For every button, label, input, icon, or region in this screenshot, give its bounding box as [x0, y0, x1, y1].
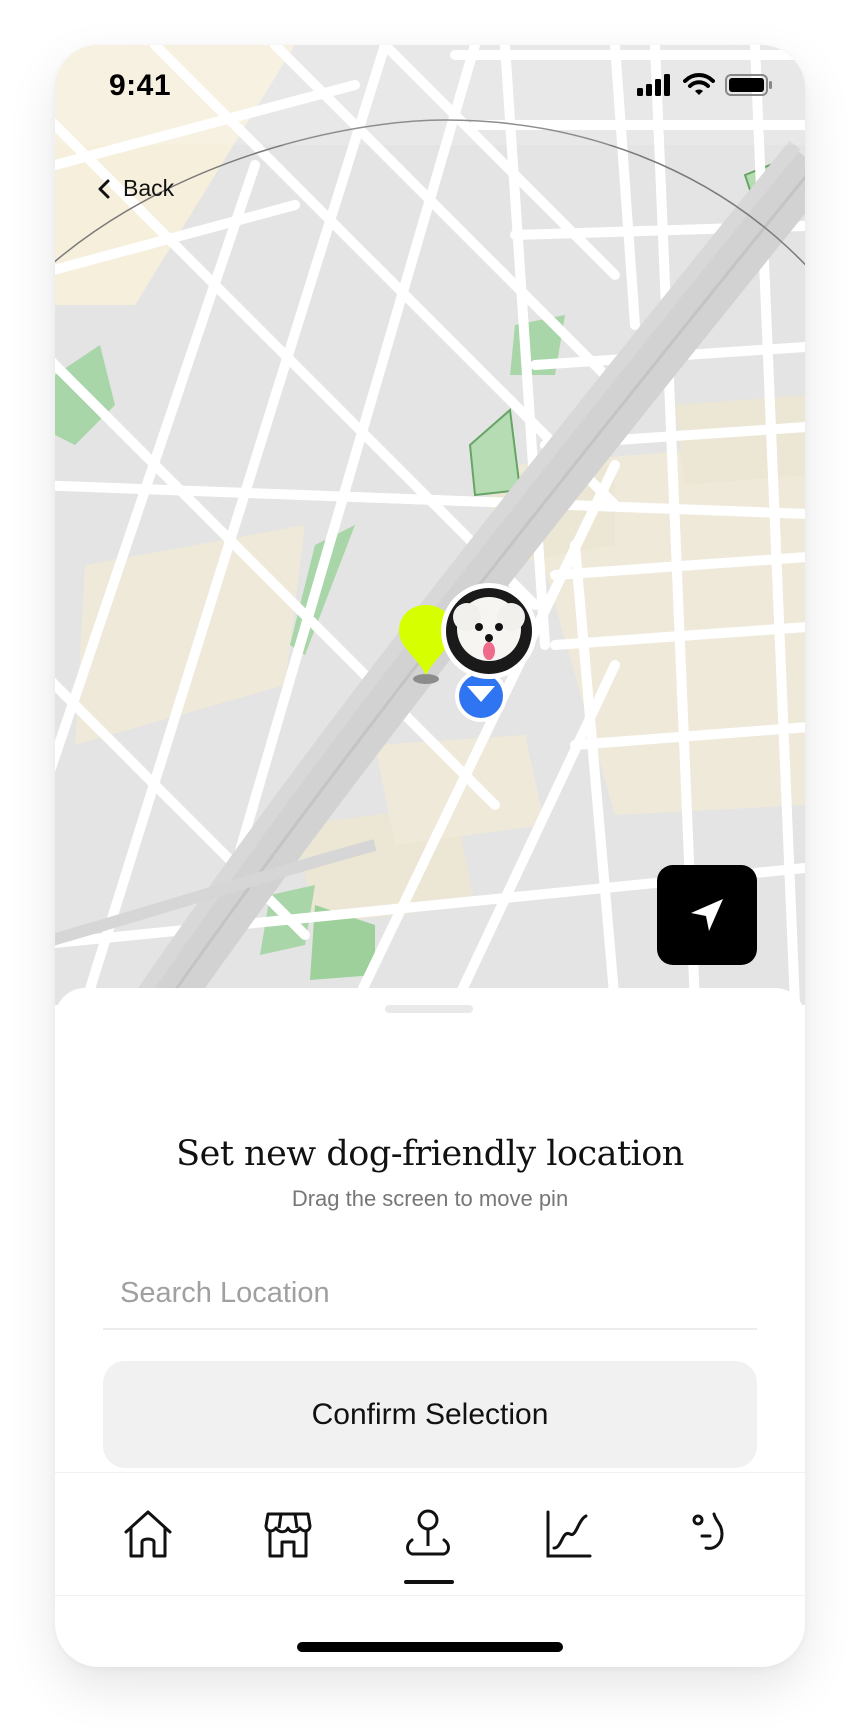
- phone-screen: 9:41 Back Set new dog-friendly location …: [55, 45, 805, 1667]
- active-tab-indicator: [404, 1580, 454, 1584]
- locate-me-button[interactable]: [657, 865, 757, 965]
- back-label: Back: [123, 175, 175, 201]
- tab-home[interactable]: [98, 1473, 198, 1595]
- chart-icon: [546, 1510, 592, 1558]
- sheet-grabber[interactable]: [385, 1005, 473, 1013]
- search-field: [103, 1258, 757, 1330]
- status-time: 9:41: [109, 69, 172, 102]
- home-indicator[interactable]: [297, 1642, 563, 1652]
- tab-stats[interactable]: [518, 1473, 618, 1595]
- cellular-signal-icon: [637, 74, 670, 96]
- tab-location[interactable]: [378, 1473, 478, 1595]
- battery-icon: [725, 74, 772, 96]
- confirm-selection-button[interactable]: Confirm Selection: [103, 1361, 757, 1468]
- back-button[interactable]: Back: [97, 175, 174, 202]
- wifi-icon: [683, 73, 715, 95]
- smiley-face-icon: [692, 1512, 724, 1550]
- search-input[interactable]: [103, 1258, 757, 1328]
- navigation-arrow-icon: [691, 899, 723, 931]
- location-pin-icon: [406, 1509, 450, 1556]
- sheet-title: Set new dog-friendly location: [176, 1134, 684, 1174]
- tab-store[interactable]: [238, 1473, 338, 1595]
- tab-bar: [55, 1472, 805, 1596]
- chevron-left-icon: [98, 179, 110, 198]
- store-icon: [264, 1512, 312, 1558]
- dog-avatar[interactable]: [439, 581, 539, 681]
- sheet-subtitle: Drag the screen to move pin: [291, 1186, 569, 1211]
- tab-profile[interactable]: [658, 1473, 758, 1595]
- home-icon: [124, 1510, 172, 1558]
- status-bar: 9:41: [55, 45, 805, 135]
- status-icons: [637, 73, 773, 97]
